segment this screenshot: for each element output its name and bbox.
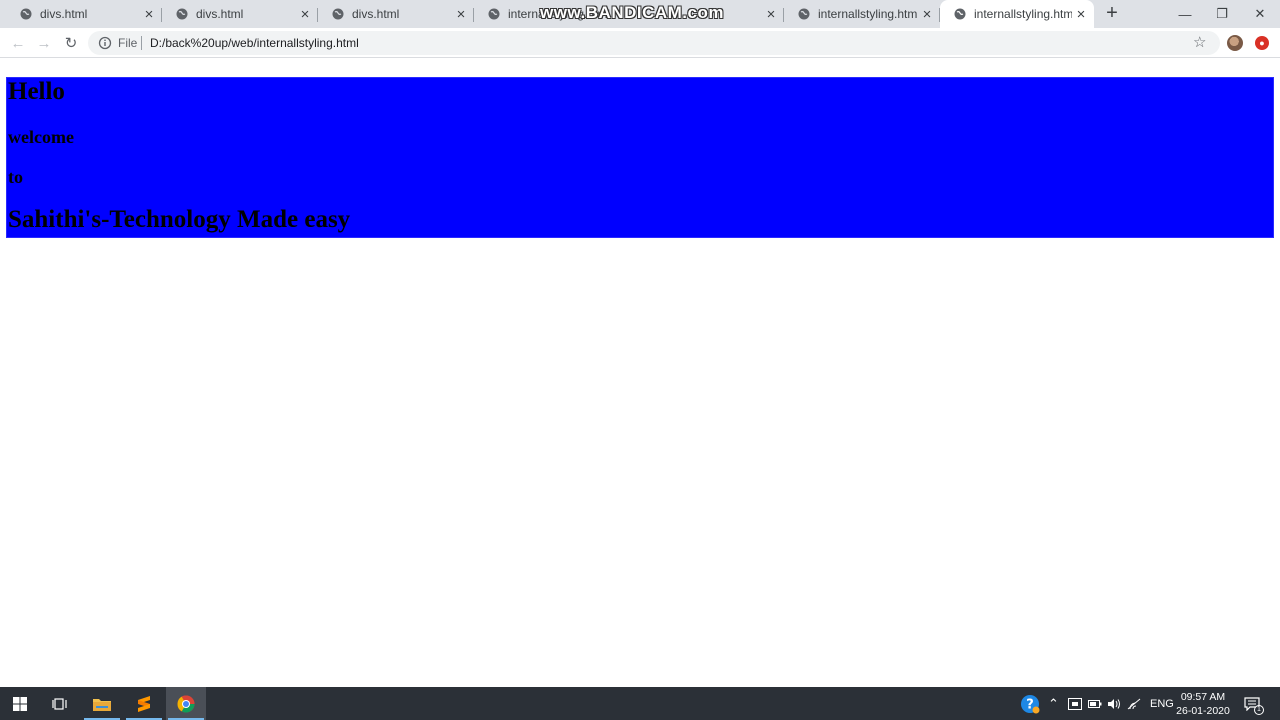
task-view-icon[interactable]: [40, 687, 80, 720]
address-bar[interactable]: File D:/back%20up/web/internallstyling.h…: [88, 31, 1220, 55]
browser-tab[interactable]: internallstyling.html ×: [784, 0, 940, 28]
heading-to: to: [8, 167, 23, 187]
system-clock[interactable]: 09:57 AM 26-01-2020: [1172, 690, 1234, 718]
tab-title: divs.html: [352, 7, 400, 21]
globe-icon: [954, 8, 966, 20]
file-explorer-icon[interactable]: [82, 687, 122, 720]
chrome-icon[interactable]: [166, 687, 206, 720]
globe-icon: [20, 8, 32, 20]
info-icon[interactable]: [98, 36, 112, 50]
globe-icon: [176, 8, 188, 20]
show-hidden-icons-chevron-icon[interactable]: ⌃: [1048, 687, 1059, 720]
globe-icon: [332, 8, 344, 20]
forward-button[interactable]: →: [34, 33, 54, 53]
back-button[interactable]: ←: [8, 33, 28, 53]
close-tab-icon[interactable]: ×: [140, 5, 158, 23]
heading-brand: Sahithi's-Technology Made easy: [8, 206, 351, 233]
reload-button[interactable]: ↻: [61, 33, 81, 53]
close-tab-icon[interactable]: ×: [1072, 5, 1090, 23]
tab-strip: divs.html × divs.html × divs.html × inte…: [0, 0, 1280, 28]
browser-tab[interactable]: divs.html ×: [6, 0, 162, 28]
extension-icon[interactable]: ●: [1255, 36, 1269, 50]
volume-icon[interactable]: [1107, 687, 1121, 720]
tab-title: internallstyling.html: [818, 7, 918, 21]
page-viewport: Hello welcome to Sahithi's-Technology Ma…: [0, 59, 1280, 687]
scheme-label: File: [118, 36, 138, 50]
heading-welcome: welcome: [8, 127, 74, 147]
globe-icon: [488, 8, 500, 20]
tab-title: internallstyling.html: [974, 7, 1072, 21]
address-divider: [141, 36, 142, 50]
browser-tab-active[interactable]: internallstyling.html ×: [940, 0, 1094, 28]
battery-icon[interactable]: [1088, 687, 1102, 720]
new-tab-button[interactable]: +: [1101, 3, 1123, 24]
browser-tab[interactable]: divs.html ×: [318, 0, 474, 28]
input-language[interactable]: ENG: [1150, 687, 1174, 720]
close-tab-icon[interactable]: ×: [452, 5, 470, 23]
close-tab-icon[interactable]: ×: [296, 5, 314, 23]
help-icon[interactable]: ?: [1020, 687, 1040, 720]
globe-icon: [798, 8, 810, 20]
clock-date: 26-01-2020: [1176, 705, 1230, 717]
browser-tab[interactable]: divs.html ×: [162, 0, 318, 28]
heading-hello: Hello: [8, 78, 65, 105]
maximize-button[interactable]: ❐: [1203, 0, 1241, 28]
wifi-icon[interactable]: [1127, 687, 1141, 720]
action-center-icon[interactable]: 1: [1244, 687, 1264, 720]
tab-title: divs.html: [196, 7, 244, 21]
close-tab-icon[interactable]: ×: [918, 5, 936, 23]
bookmark-star-icon[interactable]: ☆: [1193, 33, 1206, 51]
notification-count: 1: [1254, 705, 1264, 715]
meet-now-icon[interactable]: [1068, 687, 1082, 720]
close-window-button[interactable]: ✕: [1241, 0, 1279, 28]
close-tab-icon[interactable]: ×: [762, 5, 780, 23]
sublime-text-icon[interactable]: [124, 687, 164, 720]
clock-time: 09:57 AM: [1180, 691, 1226, 703]
windows-start-icon[interactable]: [0, 687, 40, 720]
url-text[interactable]: D:/back%20up/web/internallstyling.html: [150, 36, 359, 50]
browser-toolbar: ← → ↻ File D:/back%20up/web/internallsty…: [0, 28, 1280, 58]
minimize-button[interactable]: —: [1166, 0, 1204, 28]
recording-watermark: www.BANDICAM.com: [540, 3, 724, 22]
windows-taskbar: ? ⌃ ENG 09:57 AM 26-01-2020 1: [0, 687, 1280, 720]
profile-avatar[interactable]: [1227, 35, 1243, 51]
tab-title: divs.html: [40, 7, 88, 21]
styled-div: Hello welcome to Sahithi's-Technology Ma…: [6, 77, 1274, 238]
